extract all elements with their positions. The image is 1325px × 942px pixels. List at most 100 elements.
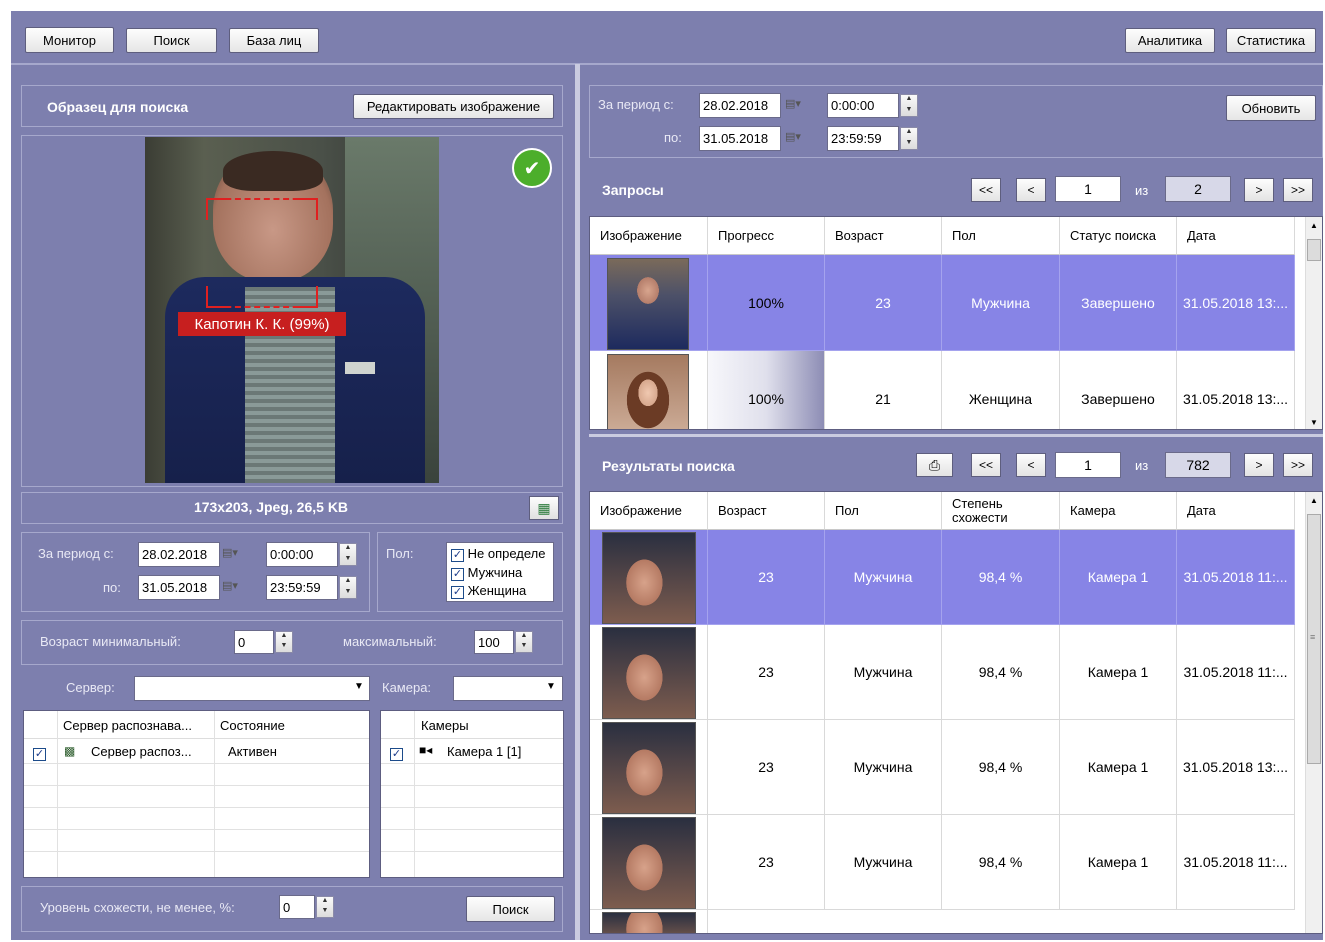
right-period-from-label: За период с: bbox=[598, 97, 674, 112]
statistics-button[interactable]: Статистика bbox=[1226, 28, 1316, 53]
right-date-to-input[interactable]: 31.05.2018 bbox=[699, 126, 781, 151]
status-cell: Завершено bbox=[1060, 255, 1177, 351]
requests-next-page-button[interactable]: > bbox=[1244, 178, 1274, 202]
left-time-to-input[interactable]: 23:59:59 bbox=[266, 575, 338, 600]
age-min-input[interactable]: 0 bbox=[234, 630, 274, 654]
age-min-label: Возраст минимальный: bbox=[40, 634, 181, 649]
calendar-icon[interactable]: ▤▾ bbox=[222, 546, 238, 559]
results-prev-page-button[interactable]: < bbox=[1016, 453, 1046, 477]
splitter[interactable] bbox=[575, 64, 580, 940]
age-max-input[interactable]: 100 bbox=[474, 630, 514, 654]
chevron-down-icon[interactable]: ▼ bbox=[354, 681, 364, 692]
gender-option-male[interactable]: ✓ Мужчина bbox=[451, 565, 522, 581]
results-col-similarity[interactable]: Степень схожести bbox=[942, 492, 1060, 530]
search-button[interactable]: Поиск bbox=[466, 896, 555, 922]
checkbox-checked-icon[interactable]: ✓ bbox=[451, 568, 464, 581]
server-icon: ▩ bbox=[64, 744, 76, 758]
left-date-from-input[interactable]: 28.02.2018 bbox=[138, 542, 220, 567]
left-date-to-input[interactable]: 31.05.2018 bbox=[138, 575, 220, 600]
gender-option-undefined[interactable]: ✓ Не определе bbox=[451, 546, 546, 562]
print-icon[interactable]: ⎙ bbox=[916, 453, 953, 477]
progress-cell: 100% bbox=[708, 255, 825, 351]
calendar-icon[interactable]: ▤▾ bbox=[785, 97, 801, 110]
save-image-icon[interactable]: ▦ bbox=[529, 496, 559, 520]
age-cell: 23 bbox=[708, 815, 825, 910]
left-period-from-label: За период с: bbox=[38, 546, 114, 561]
age-min-spinner[interactable]: ▲ ▼ bbox=[275, 631, 293, 653]
age-max-spinner[interactable]: ▲ ▼ bbox=[515, 631, 533, 653]
right-time-to-spinner[interactable]: ▲ ▼ bbox=[900, 127, 918, 150]
sample-photo bbox=[145, 137, 439, 483]
refresh-button[interactable]: Обновить bbox=[1226, 95, 1316, 121]
progress-cell: 100% bbox=[708, 351, 825, 429]
search-tab-button[interactable]: Поиск bbox=[126, 28, 217, 53]
requests-col-status[interactable]: Статус поиска bbox=[1060, 217, 1177, 255]
camera-cell: Камера 1 bbox=[1060, 720, 1177, 815]
similarity-cell: 98,4 % bbox=[942, 815, 1060, 910]
right-date-from-input[interactable]: 28.02.2018 bbox=[699, 93, 781, 118]
servers-col-state[interactable]: Состояние bbox=[220, 718, 285, 733]
requests-first-page-button[interactable]: << bbox=[971, 178, 1001, 202]
results-last-page-button[interactable]: >> bbox=[1283, 453, 1313, 477]
results-page-input[interactable]: 1 bbox=[1055, 452, 1121, 478]
camera-row-name[interactable]: Камера 1 [1] bbox=[447, 744, 521, 759]
date-cell: 31.05.2018 11:... bbox=[1177, 625, 1295, 720]
left-time-to-spinner[interactable]: ▲ ▼ bbox=[339, 576, 357, 599]
requests-col-gender[interactable]: Пол bbox=[942, 217, 1060, 255]
similarity-label: Уровень схожести, не менее, %: bbox=[40, 900, 235, 915]
chevron-down-icon[interactable]: ▼ bbox=[546, 681, 556, 692]
results-scrollbar[interactable]: ▲ ≡ bbox=[1305, 492, 1322, 933]
server-select[interactable] bbox=[134, 676, 370, 701]
server-row-name[interactable]: Сервер распоз... bbox=[91, 744, 192, 759]
results-col-image[interactable]: Изображение bbox=[590, 492, 708, 530]
left-time-from-input[interactable]: 0:00:00 bbox=[266, 542, 338, 567]
requests-title: Запросы bbox=[602, 182, 664, 198]
edit-image-button[interactable]: Редактировать изображение bbox=[353, 94, 554, 119]
right-time-from-input[interactable]: 0:00:00 bbox=[827, 93, 899, 118]
age-max-label: максимальный: bbox=[343, 634, 437, 649]
requests-col-progress[interactable]: Прогресс bbox=[708, 217, 825, 255]
requests-last-page-button[interactable]: >> bbox=[1283, 178, 1313, 202]
gender-cell: Мужчина bbox=[825, 530, 942, 625]
requests-prev-page-button[interactable]: < bbox=[1016, 178, 1046, 202]
requests-of-label: из bbox=[1135, 183, 1149, 198]
camera-row-checkbox[interactable]: ✓ bbox=[390, 745, 403, 761]
monitor-button[interactable]: Монитор bbox=[25, 27, 114, 53]
requests-page-input[interactable]: 1 bbox=[1055, 176, 1121, 202]
camera-label: Камера: bbox=[382, 680, 432, 695]
analytics-button[interactable]: Аналитика bbox=[1125, 28, 1215, 53]
right-time-from-spinner[interactable]: ▲ ▼ bbox=[900, 94, 918, 117]
server-row-checkbox[interactable]: ✓ bbox=[33, 745, 46, 761]
face-label: Капотин К. К. (99%) bbox=[178, 312, 346, 336]
panel-separator bbox=[589, 434, 1323, 437]
checkbox-checked-icon[interactable]: ✓ bbox=[451, 586, 464, 599]
results-col-age[interactable]: Возраст bbox=[708, 492, 825, 530]
requests-col-date[interactable]: Дата bbox=[1177, 217, 1295, 255]
cameras-table: Камеры ✓ ■◂ Камера 1 [1] bbox=[380, 710, 564, 878]
calendar-icon[interactable]: ▤▾ bbox=[222, 579, 238, 592]
results-col-camera[interactable]: Камера bbox=[1060, 492, 1177, 530]
left-time-from-spinner[interactable]: ▲ ▼ bbox=[339, 543, 357, 566]
calendar-icon[interactable]: ▤▾ bbox=[785, 130, 801, 143]
similarity-spinner[interactable]: ▲ ▼ bbox=[316, 896, 334, 918]
gender-option-female[interactable]: ✓ Женщина bbox=[451, 583, 526, 599]
right-time-to-input[interactable]: 23:59:59 bbox=[827, 126, 899, 151]
requests-col-age[interactable]: Возраст bbox=[825, 217, 942, 255]
servers-col-name[interactable]: Сервер распознава... bbox=[63, 718, 192, 733]
requests-col-image[interactable]: Изображение bbox=[590, 217, 708, 255]
result-thumbnail bbox=[602, 722, 696, 814]
results-next-page-button[interactable]: > bbox=[1244, 453, 1274, 477]
date-cell: 31.05.2018 13:... bbox=[1177, 351, 1295, 429]
requests-scrollbar[interactable]: ▲ ▼ bbox=[1305, 217, 1322, 429]
cameras-col-name[interactable]: Камеры bbox=[421, 718, 469, 733]
results-col-date[interactable]: Дата bbox=[1177, 492, 1295, 530]
face-base-button[interactable]: База лиц bbox=[229, 28, 319, 53]
results-first-page-button[interactable]: << bbox=[971, 453, 1001, 477]
similarity-input[interactable]: 0 bbox=[279, 895, 315, 919]
gender-cell: Женщина bbox=[942, 351, 1060, 429]
gender-label: Пол: bbox=[386, 546, 414, 561]
camera-cell: Камера 1 bbox=[1060, 625, 1177, 720]
results-col-gender[interactable]: Пол bbox=[825, 492, 942, 530]
gender-option-label: Мужчина bbox=[467, 565, 523, 580]
checkbox-checked-icon[interactable]: ✓ bbox=[451, 549, 464, 562]
